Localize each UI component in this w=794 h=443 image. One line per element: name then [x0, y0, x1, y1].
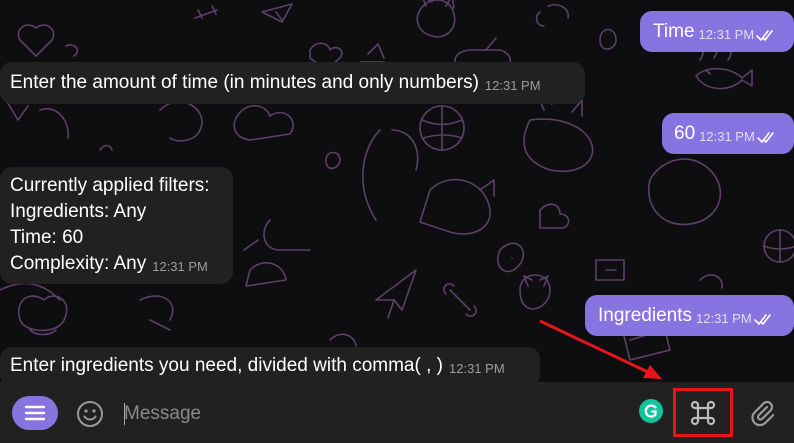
message-outgoing-ingredients[interactable]: Ingredients 12:31 PM — [585, 295, 794, 336]
message-text: 60 — [674, 123, 696, 144]
message-time: 12:31 PM — [484, 78, 541, 93]
text-caret — [124, 403, 125, 425]
grammarly-icon[interactable] — [638, 398, 664, 424]
message-line: Currently applied filters: — [10, 175, 210, 196]
message-composer — [0, 382, 794, 443]
emoji-icon[interactable] — [76, 400, 104, 428]
message-line: Ingredients: Any — [10, 201, 147, 222]
message-input[interactable] — [124, 400, 604, 428]
message-line: Complexity: Any 12:31 PM — [10, 251, 223, 280]
bot-commands-button[interactable] — [673, 388, 733, 437]
message-incoming-time-prompt[interactable]: Enter the amount of time (in minutes and… — [0, 62, 585, 104]
paperclip-icon[interactable] — [748, 398, 778, 428]
message-incoming-filters[interactable]: Currently applied filters: Ingredients: … — [0, 167, 233, 284]
message-time: 12:31 PM — [699, 124, 775, 150]
message-text: Enter the amount of time (in minutes and… — [10, 72, 479, 93]
command-icon — [690, 400, 716, 425]
message-outgoing-time[interactable]: Time 12:31 PM — [640, 11, 794, 52]
menu-button[interactable] — [12, 396, 58, 430]
double-check-icon — [753, 314, 771, 325]
message-time: 12:31 PM — [696, 306, 772, 332]
menu-icon — [24, 405, 46, 421]
message-text: Ingredients — [598, 305, 693, 326]
message-time: 12:31 PM — [449, 361, 505, 376]
message-line: Time: 60 — [10, 227, 84, 248]
message-incoming-ingredients-prompt[interactable]: Enter ingredients you need, divided with… — [0, 347, 540, 387]
message-time: 12:31 PM — [699, 22, 775, 48]
double-check-icon — [756, 132, 774, 143]
message-text: Time — [653, 21, 695, 42]
double-check-icon — [756, 30, 773, 41]
message-time: 12:31 PM — [152, 259, 208, 274]
message-text: Enter ingredients you need, divided with… — [10, 355, 443, 376]
message-outgoing-60[interactable]: 60 12:31 PM — [662, 113, 794, 154]
